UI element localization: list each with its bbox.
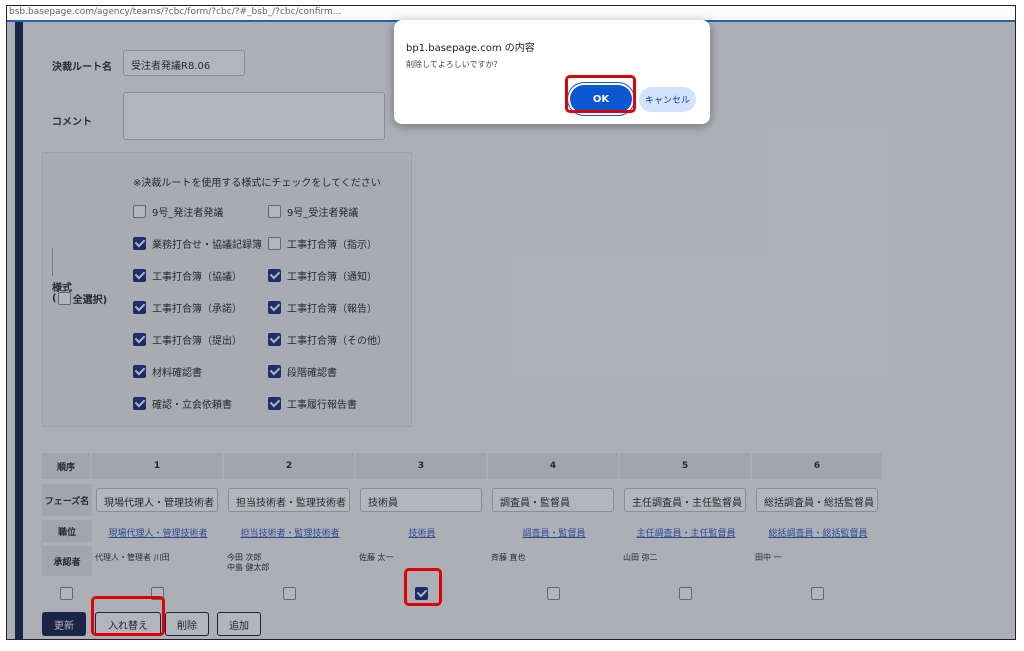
dialog-ok-button[interactable]: OK	[570, 85, 632, 113]
dialog-cancel-button[interactable]: キャンセル	[639, 87, 696, 112]
dialog-message: 削除してよろしいですか？	[406, 60, 502, 69]
browser-frame: bsb.basepage.com/agency/teams/?cbc/form/…	[6, 5, 1016, 640]
url-bar: bsb.basepage.com/agency/teams/?cbc/form/…	[7, 6, 1015, 20]
confirm-dialog: bp1.basepage.com の内容 削除してよろしいですか？ OK キャン…	[394, 20, 710, 124]
dialog-title: bp1.basepage.com の内容	[406, 43, 535, 54]
